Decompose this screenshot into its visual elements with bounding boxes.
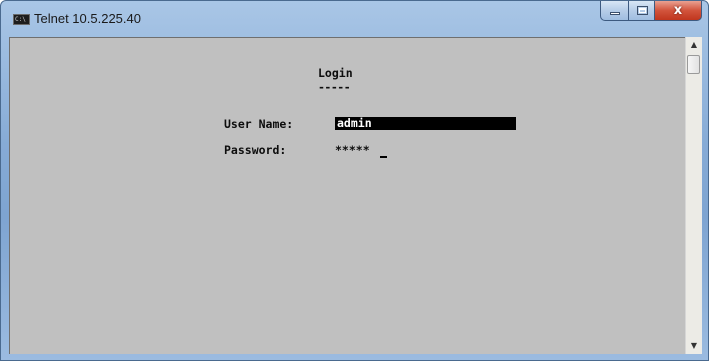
vertical-scrollbar[interactable]: ▲ ▼ [685, 37, 702, 354]
login-heading: Login [318, 66, 353, 80]
window-title: Telnet 10.5.225.40 [34, 11, 141, 26]
username-value: admin [337, 116, 372, 130]
console-app-icon[interactable]: C:\ [13, 14, 30, 25]
password-label: Password: [224, 143, 287, 157]
text-cursor [380, 156, 387, 158]
window-bottom-border [1, 354, 708, 360]
username-label: User Name: [224, 117, 294, 131]
title-bar[interactable]: C:\ Telnet 10.5.225.40 x [1, 1, 708, 37]
login-heading-underline: ----- [318, 80, 351, 94]
terminal-screen[interactable]: Login ----- User Name: admin Password: *… [10, 38, 685, 354]
close-button[interactable]: x [655, 1, 702, 21]
console-app-icon-text: C:\ [15, 16, 26, 23]
close-icon: x [673, 3, 683, 18]
terminal-area[interactable]: Login ----- User Name: admin Password: *… [9, 37, 685, 354]
telnet-window: C:\ Telnet 10.5.225.40 x Login ----- Use… [0, 0, 709, 361]
scroll-up-arrow-icon[interactable]: ▲ [686, 37, 702, 53]
username-field[interactable]: admin [335, 116, 516, 130]
password-field[interactable]: ***** [335, 143, 370, 157]
minimize-button[interactable] [600, 1, 628, 21]
maximize-button[interactable] [628, 1, 655, 21]
minimize-icon [610, 12, 620, 15]
scroll-down-arrow-icon[interactable]: ▼ [686, 338, 702, 354]
scrollbar-thumb[interactable] [687, 55, 700, 74]
maximize-icon [637, 6, 648, 15]
window-controls: x [600, 1, 702, 22]
